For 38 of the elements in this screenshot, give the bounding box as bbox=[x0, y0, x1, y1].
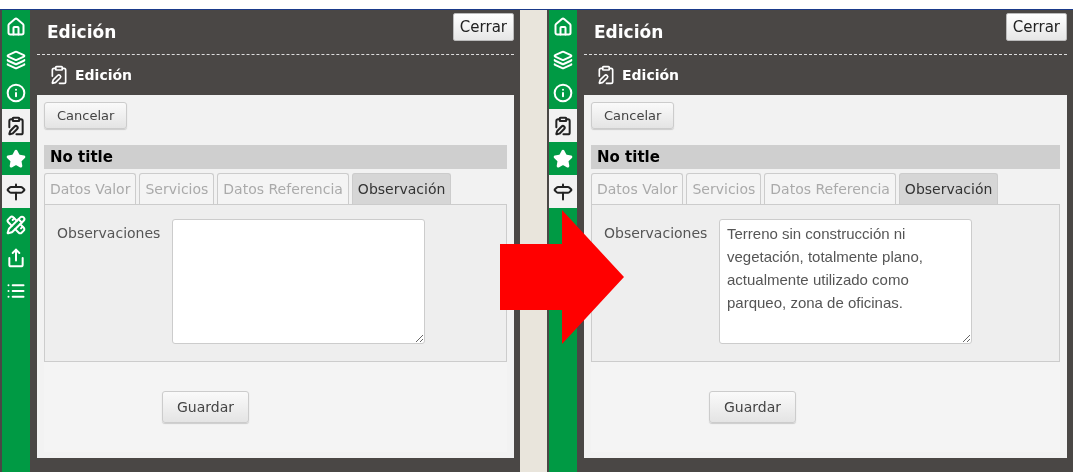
panel-title: Edición bbox=[594, 22, 664, 42]
tab[interactable]: Observación bbox=[898, 173, 999, 204]
info-icon bbox=[553, 82, 573, 103]
section-title: Edición bbox=[622, 67, 680, 83]
section-title: Edición bbox=[75, 67, 133, 83]
tab[interactable]: Observación bbox=[351, 173, 452, 204]
close-button[interactable]: Cerrar bbox=[452, 13, 514, 41]
layers-icon bbox=[6, 49, 26, 70]
share-icon bbox=[6, 247, 26, 268]
close-button[interactable]: Cerrar bbox=[1005, 13, 1067, 41]
record-title: No title bbox=[591, 145, 1060, 169]
signpost-icon bbox=[553, 181, 573, 202]
sidebar-item[interactable] bbox=[549, 109, 577, 142]
clipboard-pen-icon bbox=[553, 115, 573, 136]
sidebar-item[interactable] bbox=[2, 109, 30, 142]
signpost-icon bbox=[6, 181, 26, 202]
save-button[interactable]: Guardar bbox=[162, 391, 250, 423]
info-icon bbox=[6, 82, 26, 103]
star-icon bbox=[553, 148, 573, 169]
clipboard-pen-icon bbox=[596, 65, 616, 85]
field-label: Observaciones bbox=[57, 224, 162, 243]
observations-field[interactable]: Terreno sin construcción ni vegetación, totalmente plano, actualmente utilizado como parqueo, zona de oficinas. bbox=[719, 219, 972, 344]
pencil-ruler-icon bbox=[6, 214, 26, 235]
home-icon bbox=[553, 16, 573, 37]
cancel-button[interactable]: Cancelar bbox=[591, 102, 675, 129]
panel-title: Edición bbox=[47, 22, 117, 42]
observations-field[interactable] bbox=[172, 219, 425, 344]
save-button[interactable]: Guardar bbox=[709, 391, 797, 423]
record-title: No title bbox=[44, 145, 507, 169]
sidebar-item[interactable] bbox=[549, 175, 577, 208]
star-icon bbox=[6, 148, 26, 169]
cancel-button[interactable]: Cancelar bbox=[44, 102, 128, 129]
layers-icon bbox=[553, 49, 573, 70]
home-icon bbox=[6, 16, 26, 37]
clipboard-pen-icon bbox=[49, 65, 69, 85]
field-label: Observaciones bbox=[604, 224, 709, 243]
sidebar-item[interactable] bbox=[2, 175, 30, 208]
clipboard-pen-icon bbox=[6, 115, 26, 136]
